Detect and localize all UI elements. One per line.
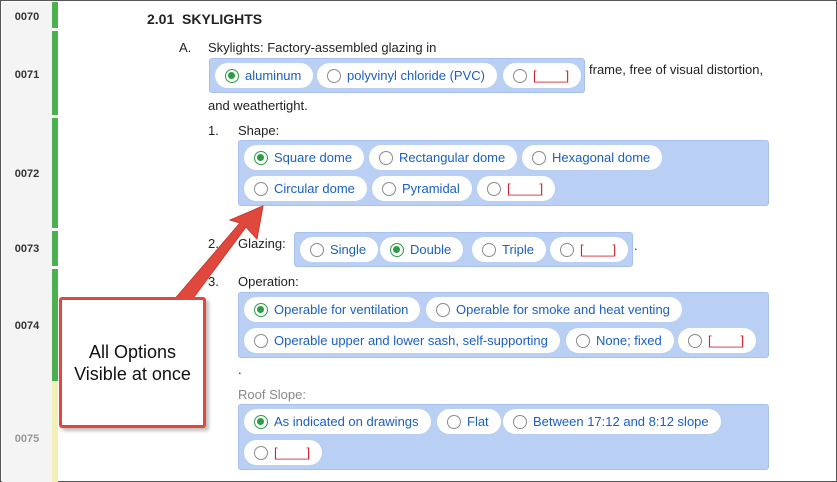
- document-frame: 0070 0071 0072 0073 0074 0075 2.01 SKYLI…: [0, 0, 837, 482]
- callout-line-1: All Options: [88, 341, 177, 362]
- annotation-callout: All Options Visible at once: [59, 297, 206, 428]
- callout-line-2: Visible at once: [74, 363, 191, 384]
